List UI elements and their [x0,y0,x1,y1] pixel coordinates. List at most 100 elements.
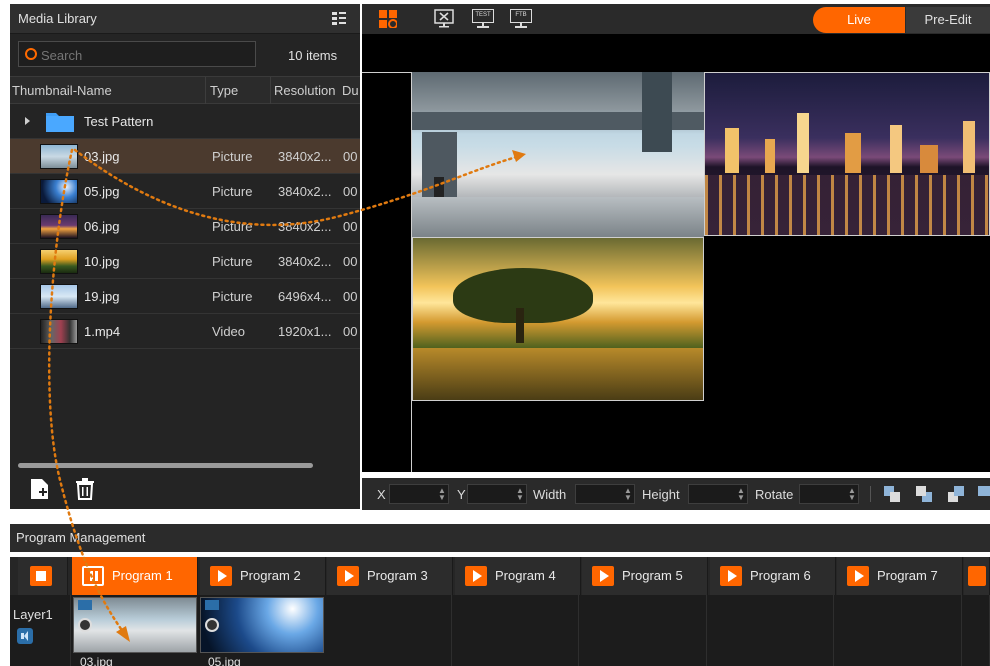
send-to-back-icon[interactable] [978,486,990,502]
pre-edit-button[interactable]: Pre-Edit [906,7,990,33]
play-icon [592,566,614,586]
tab-program-7[interactable]: Program 7 [837,557,963,595]
media-library-panel: Media Library 10 items Thumbnail-Name Ty… [10,4,360,509]
tab-program-2[interactable]: Program 2 [200,557,326,595]
stop-button[interactable] [18,557,68,595]
height-input[interactable]: ▲ ▼ [688,484,748,504]
tab-program-3[interactable]: Program 3 [327,557,453,595]
timeline-clip-05[interactable] [200,597,324,653]
layer-divider [70,595,71,666]
column-separator[interactable] [270,77,271,104]
media-type: Video [212,324,246,339]
preview-image-10[interactable] [412,237,704,401]
send-backward-icon[interactable] [948,486,964,502]
layout-icon[interactable] [379,10,397,28]
media-duration: 00 [343,324,358,339]
stop-icon [30,566,52,586]
media-resolution: 3840x2... [278,149,332,164]
clock-icon [205,618,219,632]
thumbnail-image [40,284,78,309]
media-row[interactable]: 10.jpg Picture 3840x2... 00 [10,244,360,279]
horizontal-scrollbar[interactable] [18,463,313,468]
column-separator[interactable] [205,77,206,104]
media-row[interactable]: 19.jpg Picture 6496x4... 00 [10,279,360,314]
delete-icon[interactable] [76,478,94,500]
media-name: 10.jpg [84,254,120,269]
timeline-cell[interactable] [963,595,990,666]
volume-icon[interactable] [17,628,33,644]
media-list-header: Thumbnail-Name Type Resolution Du [10,76,360,104]
search-input[interactable] [41,46,241,64]
list-view-icon[interactable] [332,11,346,26]
clock-icon [78,618,92,632]
import-file-icon[interactable] [30,478,50,500]
toolbar-divider [870,486,871,502]
media-type: Picture [212,289,253,304]
folder-row-test-pattern[interactable]: Test Pattern [10,104,360,139]
media-resolution: 6496x4... [278,289,332,304]
column-type[interactable]: Type [210,83,270,98]
expand-arrow-icon[interactable] [25,117,30,125]
thumbnail-image [40,144,78,169]
test-icon[interactable]: TEST [472,9,494,29]
media-type: Picture [212,184,253,199]
preview-canvas[interactable] [362,34,990,472]
column-thumbnail-name[interactable]: Thumbnail-Name [12,83,202,98]
media-resolution: 3840x2... [278,184,332,199]
column-duration[interactable]: Du [342,83,360,98]
column-resolution[interactable]: Resolution [274,83,342,98]
width-input[interactable]: ▲ ▼ [575,484,635,504]
media-type: Picture [212,219,253,234]
tab-program-8-partial[interactable] [964,557,990,595]
y-input[interactable]: ▲ ▼ [467,484,527,504]
live-button[interactable]: Live [813,7,905,33]
timeline-cell[interactable] [836,595,962,666]
timeline-cell[interactable] [453,595,579,666]
clip-in-icon [205,600,219,610]
media-duration: 00 [343,289,358,304]
rotate-label: Rotate [755,487,794,502]
height-label: Height [642,487,680,502]
x-input[interactable]: ▲ ▼ [389,484,449,504]
tab-label: Program 4 [495,568,556,583]
play-icon [720,566,742,586]
layer-label: Layer1 [13,607,53,622]
rotate-input[interactable]: ▲ ▼ [799,484,859,504]
timeline-cell[interactable] [326,595,452,666]
media-row[interactable]: 06.jpg Picture 3840x2... 00 [10,209,360,244]
ftb-icon-label: FTB [510,9,532,23]
item-count: 10 items [288,48,338,63]
preview-image-03[interactable] [412,72,704,237]
folder-name: Test Pattern [84,114,154,129]
media-row[interactable]: 05.jpg Picture 3840x2... 00 [10,174,360,209]
bring-forward-icon[interactable] [916,486,932,502]
x-label: X [377,487,386,502]
timeline-clip-03[interactable] [73,597,197,653]
play-icon [465,566,487,586]
timeline-cell[interactable] [708,595,834,666]
tab-program-5[interactable]: Program 5 [582,557,708,595]
play-icon [337,566,359,586]
width-label: Width [533,487,567,502]
media-row[interactable]: 1.mp4 Video 1920x1... 00 [10,314,360,349]
media-name: 1.mp4 [84,324,121,339]
program-management-title: Program Management [16,530,146,545]
play-icon [968,566,986,586]
media-name: 19.jpg [84,289,120,304]
media-library-header: Media Library [10,4,360,34]
clip-name: 03.jpg [80,655,113,666]
bring-to-front-icon[interactable] [884,486,900,502]
tab-program-1[interactable]: Program 1 [72,557,198,595]
media-duration: 00 [343,219,358,234]
thumbnail-image [40,179,78,204]
search-box[interactable] [18,41,256,67]
ftb-icon[interactable]: FTB [510,9,532,29]
timeline-cell[interactable] [581,595,707,666]
tab-program-4[interactable]: Program 4 [455,557,581,595]
preview-image-06[interactable] [704,72,990,236]
close-screen-icon[interactable] [434,9,454,29]
tab-program-6[interactable]: Program 6 [710,557,836,595]
property-bar: X ▲ ▼ Y ▲ ▼ Width ▲ ▼ Height ▲ ▼ Rotate ▲ ▼ [362,478,990,510]
play-icon [847,566,869,586]
media-row[interactable]: 03.jpg Picture 3840x2... 00 [10,139,360,174]
